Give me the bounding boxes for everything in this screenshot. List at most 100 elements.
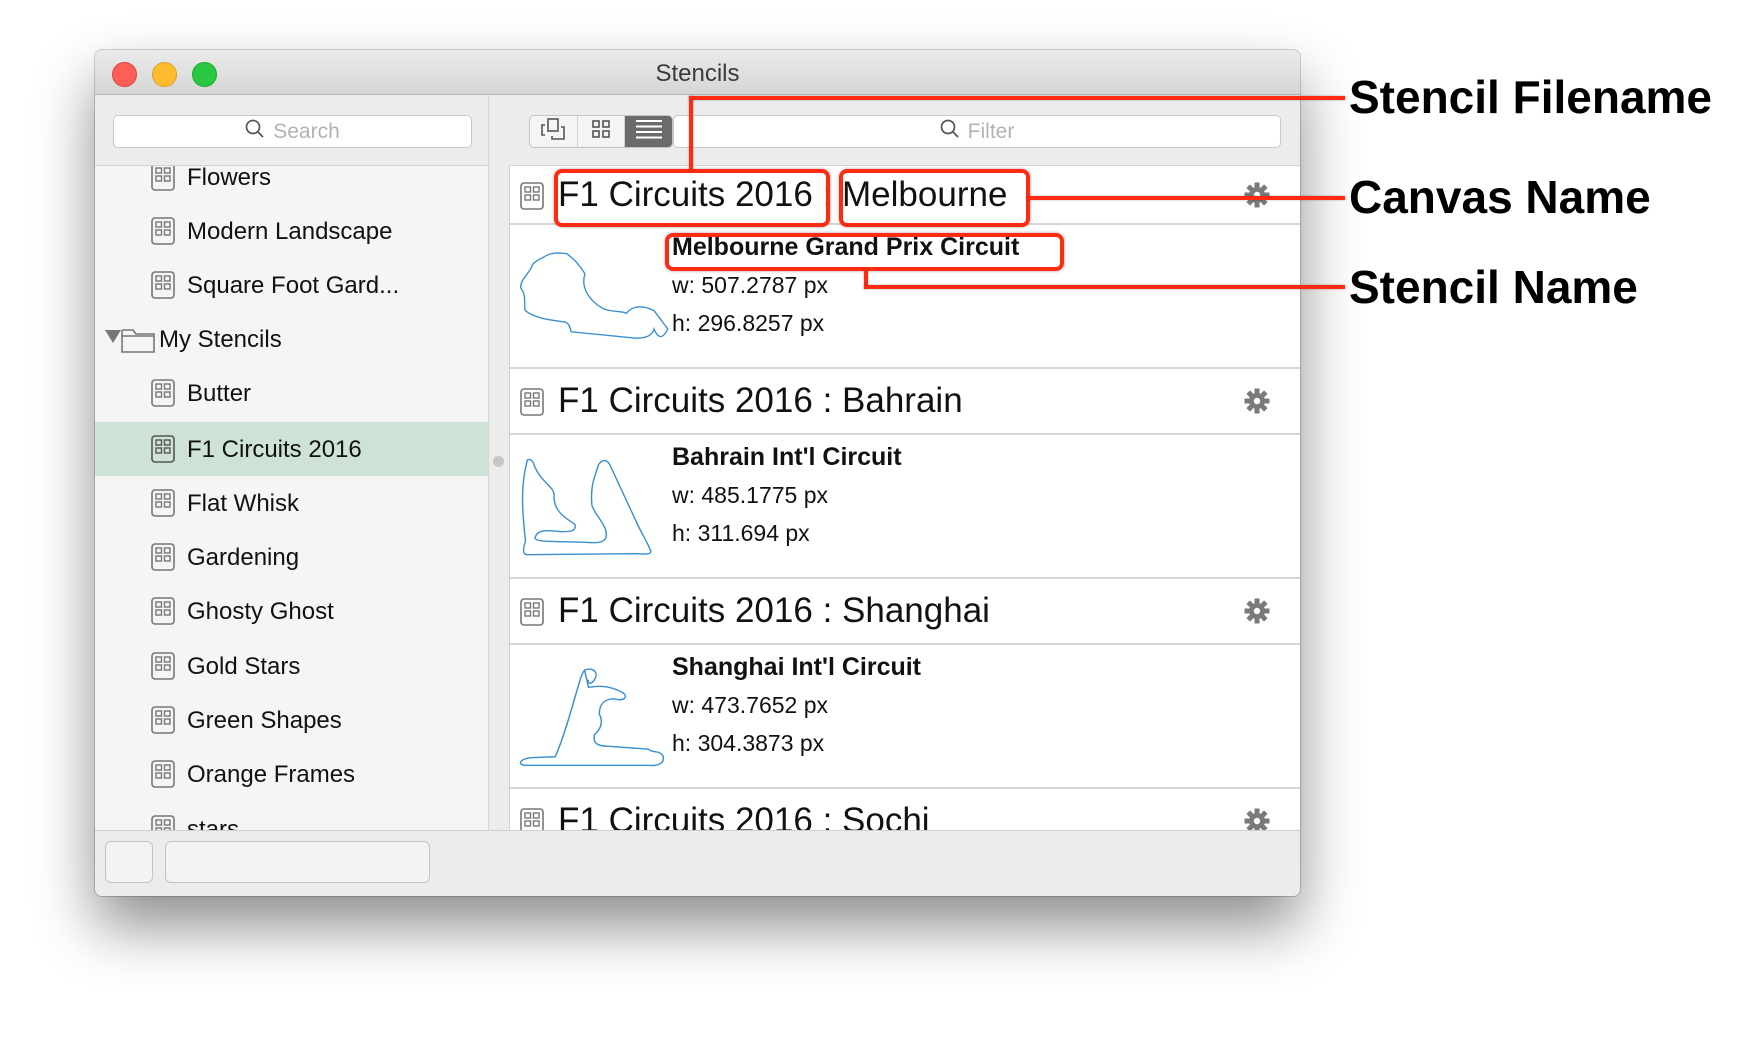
sidebar-item-orange-frames[interactable]: Orange Frames bbox=[95, 747, 488, 801]
title-bar: Stencils bbox=[95, 50, 1300, 95]
search-placeholder: Search bbox=[273, 120, 340, 143]
stencil-item-bahrain[interactable]: Bahrain Int'l Circuit w: 485.1775 px h: … bbox=[510, 435, 1300, 579]
split-view-divider-handle[interactable] bbox=[493, 456, 504, 467]
filter-field[interactable]: Filter bbox=[673, 115, 1281, 148]
stencil-icon bbox=[151, 543, 175, 578]
filter-placeholder: Filter bbox=[967, 120, 1015, 143]
stencil-width: w: 507.2787 px bbox=[672, 272, 829, 298]
grid-view-icon bbox=[591, 119, 611, 144]
sidebar-toolbar: Search bbox=[95, 95, 488, 166]
annotation-stencil-filename: Stencil Filename bbox=[1349, 71, 1713, 123]
sidebar-item-label: Butter bbox=[187, 380, 252, 407]
view-mode-segmented-control bbox=[529, 115, 673, 148]
sidebar-item-label: My Stencils bbox=[159, 326, 282, 353]
gear-icon[interactable] bbox=[1244, 388, 1270, 419]
sidebar-item-gardening[interactable]: Gardening bbox=[95, 530, 488, 584]
stencil-name-highlight bbox=[665, 233, 1064, 271]
stencil-icon bbox=[151, 217, 175, 252]
gear-icon[interactable] bbox=[1244, 808, 1270, 830]
sidebar-item-label: Flat Whisk bbox=[187, 490, 300, 517]
stencil-card-title: F1 Circuits 2016 : Bahrain bbox=[558, 381, 963, 421]
sidebar-item-green-shapes[interactable]: Green Shapes bbox=[95, 693, 488, 747]
track-thumbnail bbox=[519, 252, 669, 339]
window-title: Stencils bbox=[655, 60, 740, 87]
preview-view-icon bbox=[541, 118, 566, 145]
sidebar-item-ghosty-ghost[interactable]: Ghosty Ghost bbox=[95, 584, 488, 638]
gear-icon[interactable] bbox=[1244, 598, 1270, 629]
sidebar-item-modern-landscape[interactable]: Modern Landscape bbox=[95, 204, 488, 258]
sidebar-item-flowers[interactable]: Flowers bbox=[95, 166, 488, 204]
stencil-filename: F1 Circuits 2016 bbox=[558, 801, 813, 830]
sidebar-item-label: F1 Circuits 2016 bbox=[187, 436, 362, 463]
stencil-item-shanghai[interactable]: Shanghai Int'l Circuit w: 473.7652 px h:… bbox=[510, 645, 1300, 789]
title-separator: : bbox=[822, 801, 833, 830]
sidebar-item-label: Ghosty Ghost bbox=[187, 598, 334, 625]
sidebar-item-flat-whisk[interactable]: Flat Whisk bbox=[95, 476, 488, 530]
bottom-left-button[interactable] bbox=[105, 841, 153, 883]
stencil-name: Bahrain Int'l Circuit bbox=[672, 443, 902, 471]
sidebar-item-label: Gardening bbox=[187, 544, 300, 571]
stencil-width: w: 473.7652 px bbox=[672, 692, 829, 718]
sidebar: Search Flowers Modern Landscape Square F… bbox=[95, 95, 489, 830]
stencil-icon bbox=[151, 815, 175, 830]
stencil-icon bbox=[151, 706, 175, 741]
list-view-icon bbox=[635, 118, 663, 145]
stencil-icon bbox=[151, 379, 175, 414]
folder-icon bbox=[121, 327, 155, 360]
sidebar-item-butter[interactable]: Butter bbox=[95, 366, 488, 420]
track-thumbnail bbox=[521, 458, 652, 556]
sidebar-search-field[interactable]: Search bbox=[113, 115, 472, 148]
sidebar-item-label: Orange Frames bbox=[187, 761, 356, 788]
stencil-icon bbox=[151, 166, 175, 198]
stencil-card-title: F1 Circuits 2016 : Sochi bbox=[558, 801, 930, 830]
stencil-icon bbox=[151, 271, 175, 306]
sidebar-item-gold-stars[interactable]: Gold Stars bbox=[95, 639, 488, 693]
stencil-filename-leader-horizontal bbox=[689, 96, 1345, 100]
sidebar-item-stars[interactable]: stars bbox=[95, 802, 488, 830]
title-separator: : bbox=[822, 381, 833, 420]
stencil-icon bbox=[151, 597, 175, 632]
stencil-icon bbox=[151, 489, 175, 524]
stencil-filename-leader-vertical bbox=[689, 96, 693, 171]
stencil-height: h: 311.694 px bbox=[672, 520, 810, 546]
sidebar-folder-my-stencils[interactable]: My Stencils bbox=[95, 312, 488, 366]
stencil-height: h: 304.3873 px bbox=[672, 730, 825, 756]
disclosure-triangle-icon[interactable] bbox=[105, 330, 121, 343]
stencil-icon bbox=[151, 760, 175, 795]
canvas-name-highlight bbox=[839, 169, 1030, 227]
content-toolbar: Filter bbox=[509, 95, 1300, 166]
sidebar-item-label: Gold Stars bbox=[187, 653, 301, 680]
search-icon bbox=[940, 117, 960, 148]
bottom-bar bbox=[95, 830, 1300, 896]
title-separator: : bbox=[822, 591, 833, 630]
stencil-name: Shanghai Int'l Circuit bbox=[672, 653, 922, 681]
stencil-card-header: F1 Circuits 2016 : Bahrain bbox=[510, 369, 1300, 435]
sidebar-item-label: Modern Landscape bbox=[187, 218, 393, 245]
sidebar-item-label: Green Shapes bbox=[187, 707, 342, 734]
stencil-card-header: F1 Circuits 2016 : Sochi bbox=[510, 789, 1300, 830]
sidebar-item-label: Flowers bbox=[187, 166, 272, 191]
stencil-name-leader-horizontal bbox=[864, 285, 1345, 289]
stencil-filename: F1 Circuits 2016 bbox=[558, 591, 813, 630]
stencil-card-title: F1 Circuits 2016 : Shanghai bbox=[558, 591, 990, 631]
sidebar-item-square-foot-garden[interactable]: Square Foot Gard... bbox=[95, 258, 488, 312]
bottom-wide-button[interactable] bbox=[165, 841, 430, 883]
sidebar-item-label: Square Foot Gard... bbox=[187, 272, 400, 299]
stencil-icon bbox=[520, 388, 544, 421]
stencil-library-list: Flowers Modern Landscape Square Foot Gar… bbox=[95, 166, 488, 830]
annotation-canvas-name: Canvas Name bbox=[1349, 171, 1651, 223]
stencil-height: h: 296.8257 px bbox=[672, 310, 825, 336]
stencil-width: w: 485.1775 px bbox=[672, 482, 829, 508]
stencil-filename-highlight bbox=[554, 169, 830, 227]
sidebar-item-f1-circuits-2016[interactable]: F1 Circuits 2016 bbox=[95, 422, 488, 476]
list-view-button[interactable] bbox=[625, 116, 672, 147]
stencil-card-header: F1 Circuits 2016 : Shanghai bbox=[510, 579, 1300, 645]
stencil-filename: F1 Circuits 2016 bbox=[558, 381, 813, 420]
preview-view-button[interactable] bbox=[530, 116, 578, 147]
stencil-icon bbox=[520, 808, 544, 830]
grid-view-button[interactable] bbox=[578, 116, 626, 147]
track-thumbnail bbox=[519, 668, 665, 767]
canvas-name: Sochi bbox=[842, 801, 930, 830]
sidebar-item-label: stars bbox=[187, 816, 240, 830]
search-icon bbox=[245, 117, 265, 148]
